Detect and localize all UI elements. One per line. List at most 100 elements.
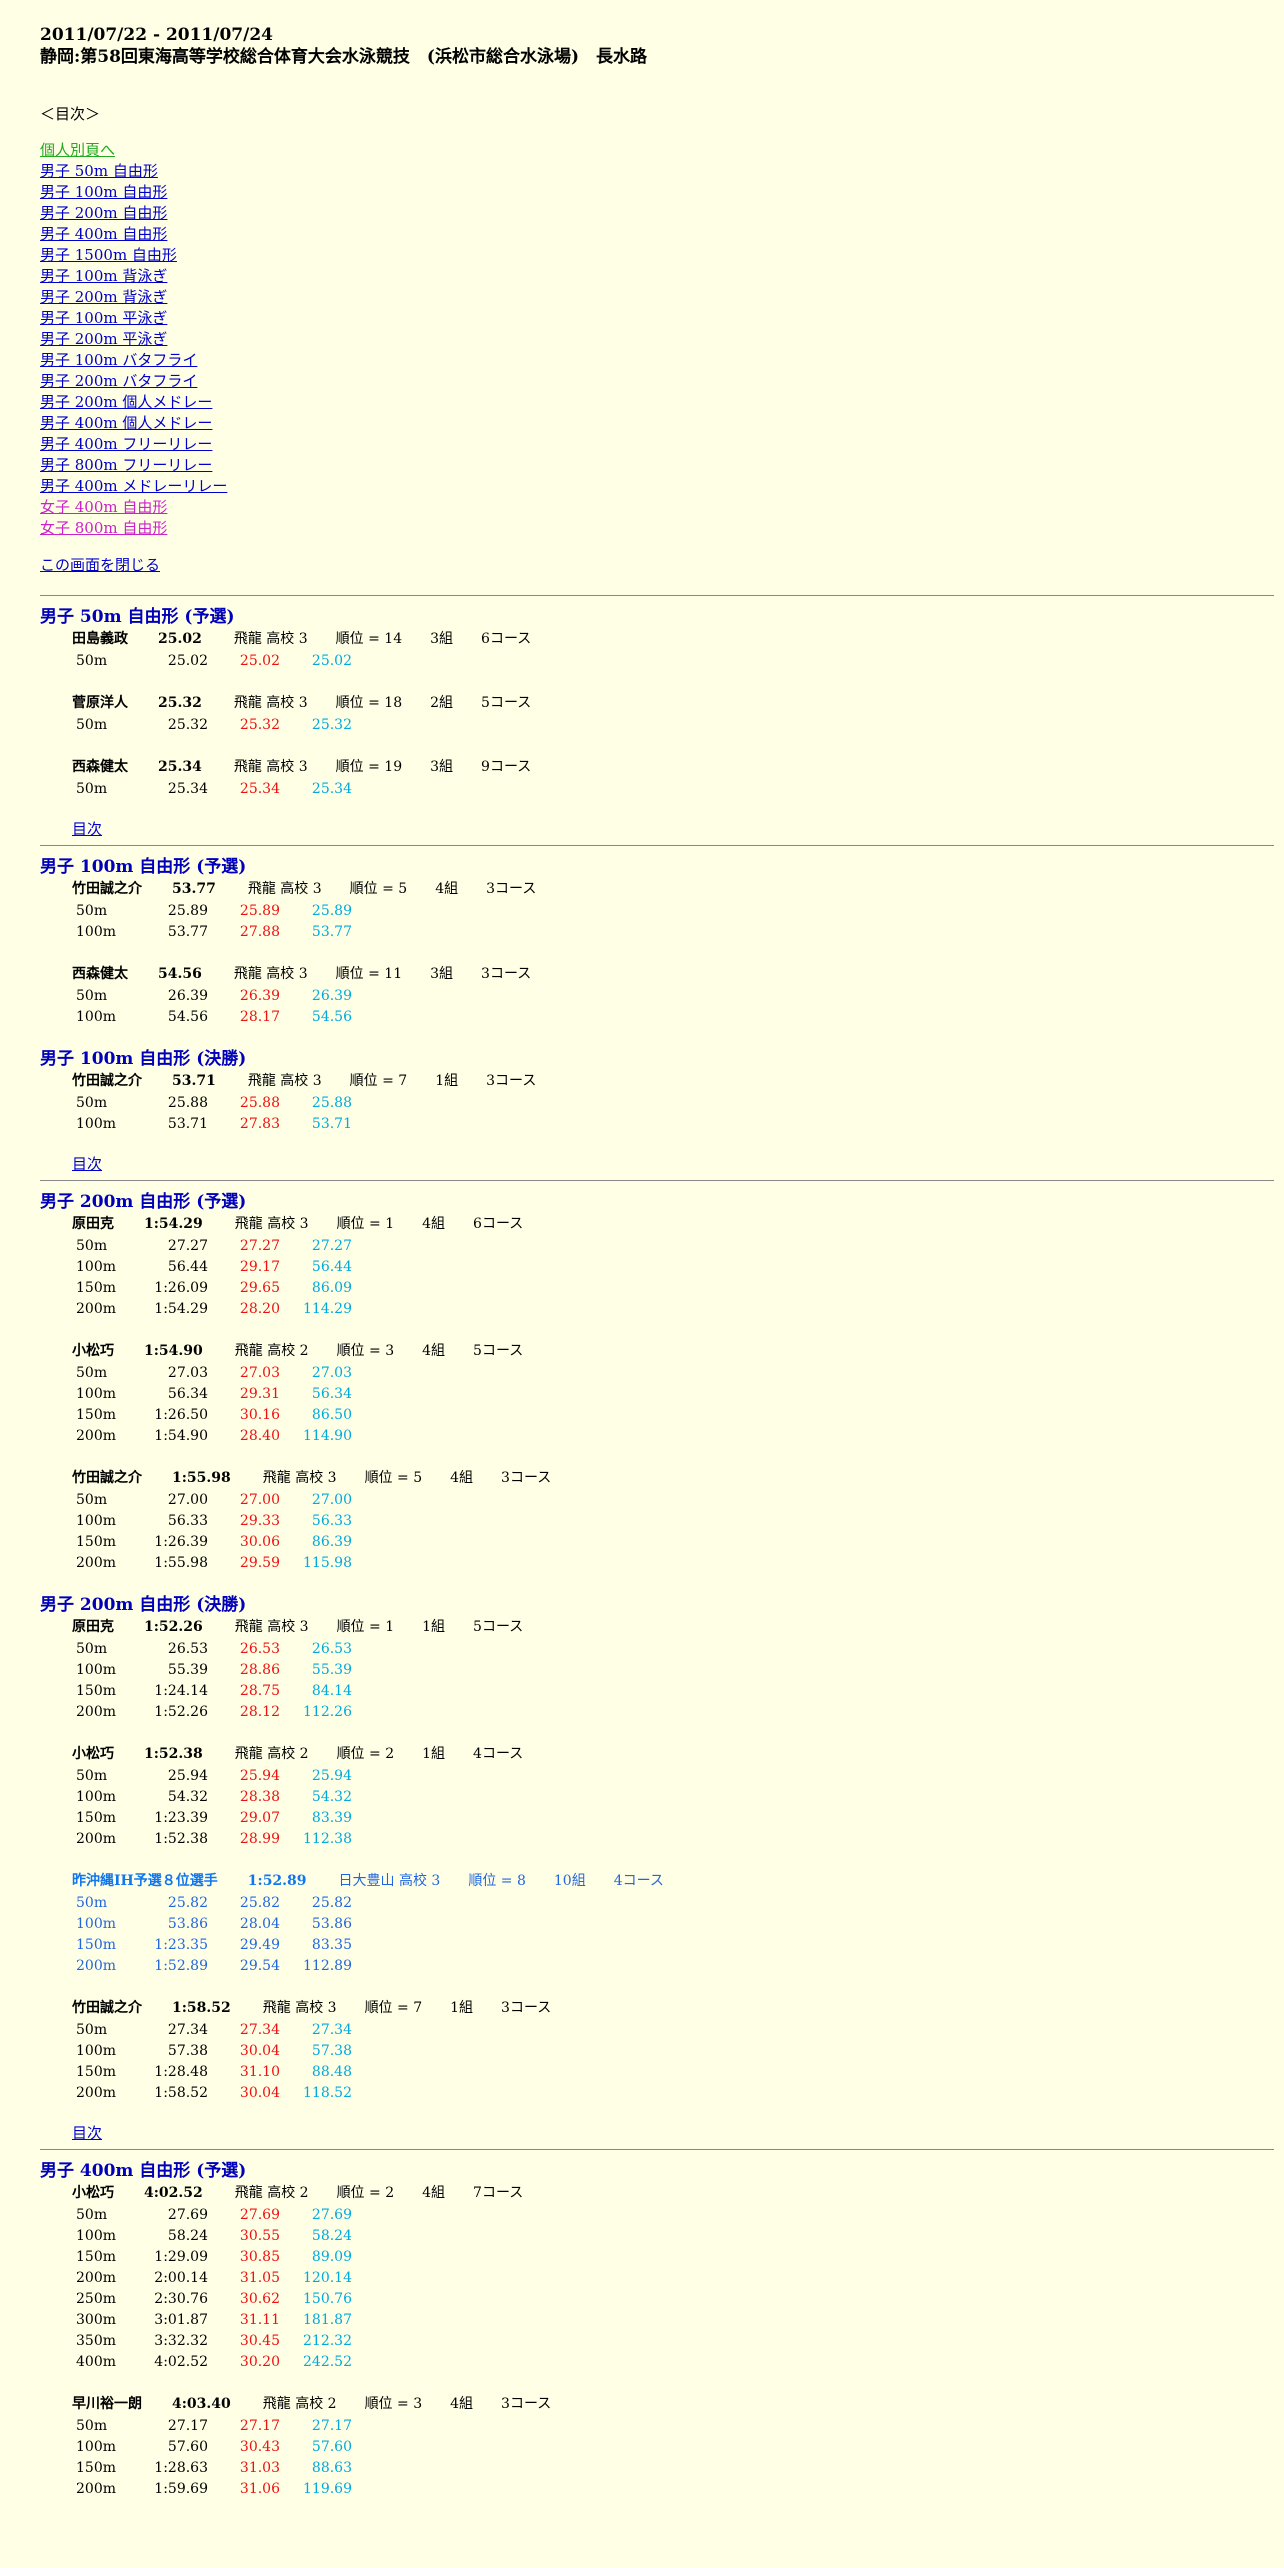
lap-time: 30.55 xyxy=(239,2227,280,2244)
lap-time: 29.31 xyxy=(239,1385,280,1402)
toc-link[interactable]: 男子 400m メドレーリレー xyxy=(40,476,1276,497)
event-section: 男子 400m 自由形 (予選) 小松巧 4:02.52 飛龍 高校 2 順位 = 2 4… xyxy=(40,2150,1276,2499)
cumulative-seconds: 54.56 xyxy=(311,1008,352,1025)
swimmer-heat: 1組 xyxy=(435,1073,459,1089)
swimmer-time: 4:02.52 xyxy=(144,2185,203,2201)
toc-link[interactable]: 男子 400m フリーリレー xyxy=(40,434,1276,455)
split-distance: 50m xyxy=(76,1894,108,1911)
split-row: 150m 1:29.09 30.85 89.09 xyxy=(72,2246,352,2267)
swimmer-time: 54.56 xyxy=(158,966,202,982)
toc-link[interactable]: 男子 200m 自由形 xyxy=(40,203,1276,224)
swimmer-lane: 6コース xyxy=(473,1216,524,1232)
close-window-link[interactable]: この画面を閉じる xyxy=(40,555,1276,575)
split-time: 1:26.39 xyxy=(154,1533,208,1550)
swimmer-name: 昨沖縄IH予選８位選手 xyxy=(72,1873,218,1889)
toc-link[interactable]: 男子 200m 個人メドレー xyxy=(40,392,1276,413)
split-distance: 200m xyxy=(76,1300,116,1317)
swimmer-rank: 順位 = 5 xyxy=(364,1470,423,1486)
split-row: 200m 2:00.14 31.05 120.14 xyxy=(72,2267,352,2288)
swimmer-lane: 4コース xyxy=(473,1746,524,1762)
swimmer-header: 小松巧 4:02.52 飛龍 高校 2 順位 = 2 4組 7コース xyxy=(72,2182,1276,2204)
split-table: 50m 25.88 25.88 25.88 100m 53.71 27.83 53.71 xyxy=(72,1092,352,1134)
split-row: 100m 55.39 28.86 55.39 xyxy=(72,1659,352,1680)
swimmer-entry: 竹田誠之介 1:58.52 飛龍 高校 3 順位 = 7 1組 3コース 50m 27.34 2… xyxy=(72,1997,1276,2103)
toc-link[interactable]: 男子 100m バタフライ xyxy=(40,350,1276,371)
cumulative-seconds: 25.94 xyxy=(311,1767,352,1784)
split-time: 27.69 xyxy=(167,2206,208,2223)
split-time: 56.34 xyxy=(167,1385,208,1402)
split-row: 150m 1:26.50 30.16 86.50 xyxy=(72,1404,352,1425)
swimmer-lane: 6コース xyxy=(481,631,532,647)
toc-link[interactable]: 男子 100m 背泳ぎ xyxy=(40,266,1276,287)
event-title: 男子 50m 自由形 (予選) xyxy=(40,607,235,627)
split-row: 100m 56.34 29.31 56.34 xyxy=(72,1383,352,1404)
cumulative-seconds: 112.38 xyxy=(303,1830,352,1847)
swimmer-time: 1:55.98 xyxy=(172,1470,231,1486)
cumulative-seconds: 56.33 xyxy=(311,1512,352,1529)
swimmer-time: 1:52.26 xyxy=(144,1619,203,1635)
cumulative-seconds: 26.39 xyxy=(311,987,352,1004)
toc-link[interactable]: 男子 200m バタフライ xyxy=(40,371,1276,392)
split-time: 2:30.76 xyxy=(154,2290,208,2307)
toc-link[interactable]: 女子 800m 自由形 xyxy=(40,518,1276,539)
toc-link[interactable]: 男子 200m 平泳ぎ xyxy=(40,329,1276,350)
lap-time: 27.88 xyxy=(239,923,280,940)
split-row: 150m 1:24.14 28.75 84.14 xyxy=(72,1680,352,1701)
lap-time: 27.34 xyxy=(239,2021,280,2038)
swimmer-lane: 3コース xyxy=(486,881,537,897)
swimmer-header: 田島義政 25.02 飛龍 高校 3 順位 = 14 3組 6コース xyxy=(72,628,1276,650)
back-to-contents-link[interactable]: 目次 xyxy=(72,819,1276,839)
swimmer-heat: 3組 xyxy=(430,966,454,982)
swimmer-lane: 5コース xyxy=(473,1619,524,1635)
back-to-contents-link[interactable]: 目次 xyxy=(72,2123,1276,2143)
split-distance: 50m xyxy=(76,2417,108,2434)
toc-link[interactable]: 男子 200m 背泳ぎ xyxy=(40,287,1276,308)
toc-link[interactable]: 女子 400m 自由形 xyxy=(40,497,1276,518)
swimmer-time: 4:03.40 xyxy=(172,2396,231,2412)
split-distance: 100m xyxy=(76,1915,116,1932)
split-time: 1:24.14 xyxy=(154,1682,208,1699)
split-time: 3:32.32 xyxy=(154,2332,208,2349)
split-time: 1:52.26 xyxy=(154,1703,208,1720)
swimmer-lane: 3コース xyxy=(486,1073,537,1089)
toc-link[interactable]: 男子 800m フリーリレー xyxy=(40,455,1276,476)
swimmer-name: 竹田誠之介 xyxy=(72,1470,142,1486)
cumulative-seconds: 25.88 xyxy=(311,1094,352,1111)
swimmer-rank: 順位 = 3 xyxy=(336,1343,395,1359)
toc-link[interactable]: 男子 400m 自由形 xyxy=(40,224,1276,245)
cumulative-seconds: 25.82 xyxy=(311,1894,352,1911)
back-to-contents-link[interactable]: 目次 xyxy=(72,1154,1276,1174)
swimmer-rank: 順位 = 3 xyxy=(364,2396,423,2412)
cumulative-seconds: 27.17 xyxy=(311,2417,352,2434)
event-title: 男子 100m 自由形 (決勝) xyxy=(40,1049,247,1069)
lap-time: 28.04 xyxy=(239,1915,280,1932)
toc-link[interactable]: 男子 1500m 自由形 xyxy=(40,245,1276,266)
split-row: 150m 1:26.39 30.06 86.39 xyxy=(72,1531,352,1552)
split-distance: 350m xyxy=(76,2332,116,2349)
cumulative-seconds: 86.09 xyxy=(311,1279,352,1296)
lap-time: 30.62 xyxy=(239,2290,280,2307)
split-row: 100m 56.44 29.17 56.44 xyxy=(72,1256,352,1277)
cumulative-seconds: 118.52 xyxy=(303,2084,352,2101)
toc-link[interactable]: 男子 50m 自由形 xyxy=(40,161,1276,182)
split-row: 100m 57.38 30.04 57.38 xyxy=(72,2040,352,2061)
lap-time: 31.05 xyxy=(239,2269,280,2286)
split-distance: 150m xyxy=(76,1809,116,1826)
toc-link[interactable]: 男子 100m 平泳ぎ xyxy=(40,308,1276,329)
toc-link[interactable]: 男子 100m 自由形 xyxy=(40,182,1276,203)
swimmer-header: 小松巧 1:52.38 飛龍 高校 2 順位 = 2 1組 4コース xyxy=(72,1743,1276,1765)
event-section: 男子 50m 自由形 (予選) 田島義政 25.02 飛龍 高校 3 順位 = 14 3組… xyxy=(40,596,1276,839)
cumulative-seconds: 84.14 xyxy=(311,1682,352,1699)
toc-link[interactable]: 男子 400m 個人メドレー xyxy=(40,413,1276,434)
swimmer-heat: 1組 xyxy=(422,1619,446,1635)
lap-time: 27.17 xyxy=(239,2417,280,2434)
split-table: 50m 27.03 27.03 27.03 100m 56.34 29.31 56.34 150… xyxy=(72,1362,352,1446)
lap-time: 28.86 xyxy=(239,1661,280,1678)
split-time: 1:54.29 xyxy=(154,1300,208,1317)
lap-time: 31.06 xyxy=(239,2480,280,2497)
lap-time: 25.34 xyxy=(239,780,280,797)
split-row: 50m 26.53 26.53 26.53 xyxy=(72,1638,352,1659)
toc-link[interactable]: 個人別頁へ xyxy=(40,140,1276,161)
